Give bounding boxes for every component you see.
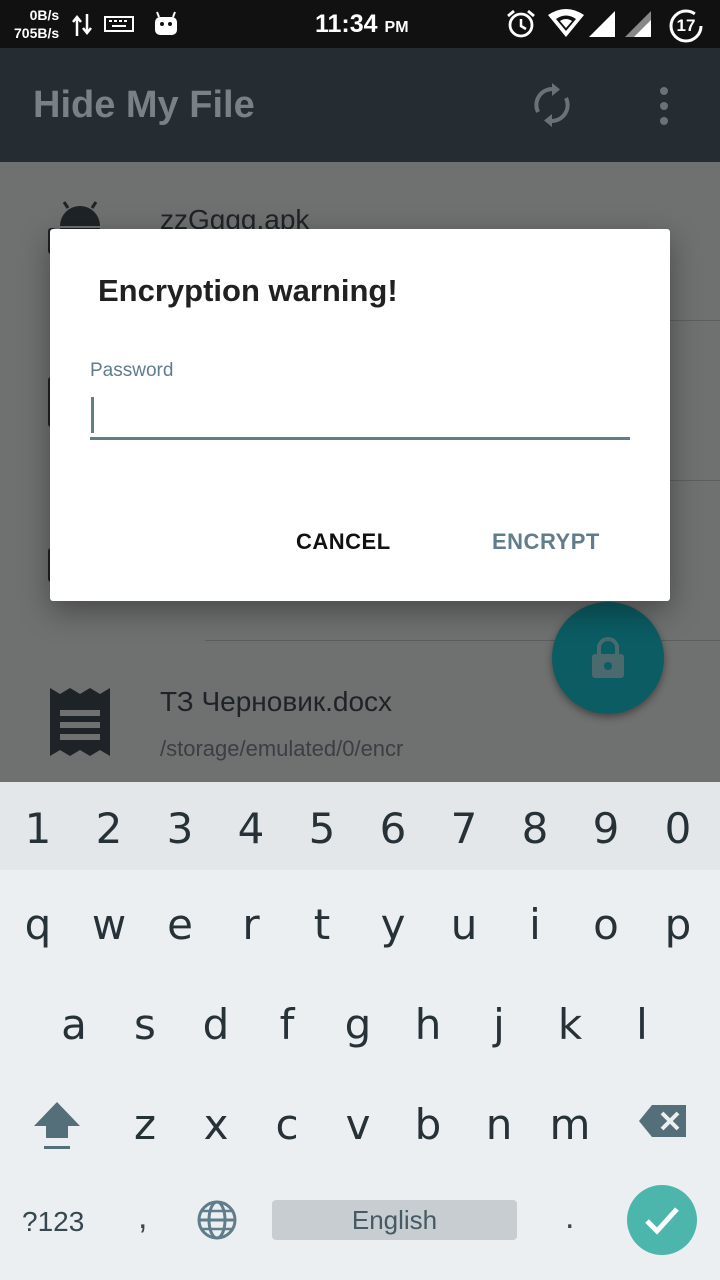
signal-icon <box>588 10 616 43</box>
key-7[interactable]: 7 <box>429 804 499 853</box>
app-bar: Hide My File <box>0 48 720 162</box>
key-x[interactable]: x <box>181 1100 251 1149</box>
upload-speed: 0B/s <box>29 7 60 23</box>
battery-level: 17 <box>676 16 696 35</box>
key-y[interactable]: y <box>358 900 428 949</box>
key-c[interactable]: c <box>252 1100 322 1149</box>
signal-icon <box>624 10 652 43</box>
key-u[interactable]: u <box>429 900 499 949</box>
key-1[interactable]: 1 <box>3 804 73 853</box>
key-8[interactable]: 8 <box>500 804 570 853</box>
key-g[interactable]: g <box>323 1000 393 1049</box>
password-label: Password <box>90 360 174 381</box>
key-j[interactable]: j <box>464 1000 534 1049</box>
key-f[interactable]: f <box>252 1000 322 1049</box>
spacebar[interactable]: English <box>272 1200 517 1240</box>
wifi-icon <box>547 9 585 44</box>
dialog-title: Encryption warning! <box>98 273 398 308</box>
clock: 11:34 PM <box>315 10 409 39</box>
key-s[interactable]: s <box>110 1000 180 1049</box>
more-vert-icon[interactable] <box>657 86 671 131</box>
status-bar: 0B/s 705B/s 11:34 PM 17 <box>0 0 720 48</box>
language-key[interactable] <box>196 1199 238 1246</box>
alarm-icon <box>505 8 537 45</box>
key-d[interactable]: d <box>181 1000 251 1049</box>
shift-icon <box>34 1102 80 1149</box>
key-t[interactable]: t <box>287 900 357 949</box>
key-5[interactable]: 5 <box>287 804 357 853</box>
key-k[interactable]: k <box>535 1000 605 1049</box>
key-o[interactable]: o <box>571 900 641 949</box>
transfer-icon <box>72 12 92 43</box>
globe-icon <box>197 1200 237 1240</box>
key-3[interactable]: 3 <box>145 804 215 853</box>
key-n[interactable]: n <box>464 1100 534 1149</box>
key-i[interactable]: i <box>500 900 570 949</box>
key-4[interactable]: 4 <box>216 804 286 853</box>
key-p[interactable]: p <box>643 900 713 949</box>
network-speed: 0B/s 705B/s <box>14 6 59 42</box>
text-cursor <box>91 397 94 433</box>
password-input[interactable] <box>90 394 630 440</box>
app-title: Hide My File <box>33 84 255 126</box>
document-icon <box>50 688 110 761</box>
soft-keyboard: 1 2 3 4 5 6 7 8 9 0 q w e r t y u i o p … <box>0 782 720 1280</box>
clock-time: 11:34 <box>315 10 378 38</box>
shift-key[interactable] <box>32 1100 82 1157</box>
number-row: 1 2 3 4 5 6 7 8 9 0 <box>0 782 720 870</box>
clock-ampm: PM <box>384 19 409 36</box>
key-l[interactable]: l <box>607 1000 677 1049</box>
android-debug-icon <box>152 9 180 42</box>
key-a[interactable]: a <box>39 1000 109 1049</box>
key-m[interactable]: m <box>535 1100 605 1149</box>
encryption-dialog: Encryption warning! Password CANCEL ENCR… <box>50 229 670 601</box>
check-icon <box>645 1207 679 1235</box>
symbols-key[interactable]: ?123 <box>22 1206 84 1238</box>
sync-icon[interactable] <box>532 83 572 132</box>
key-v[interactable]: v <box>323 1100 393 1149</box>
key-b[interactable]: b <box>393 1100 463 1149</box>
backspace-key[interactable] <box>638 1104 688 1143</box>
cancel-button[interactable]: CANCEL <box>296 529 391 555</box>
key-z[interactable]: z <box>110 1100 180 1149</box>
key-6[interactable]: 6 <box>358 804 428 853</box>
key-w[interactable]: w <box>74 900 144 949</box>
comma-key[interactable]: , <box>138 1198 147 1237</box>
backspace-icon <box>639 1105 686 1137</box>
battery-icon: 17 <box>668 8 704 49</box>
key-q[interactable]: q <box>3 900 73 949</box>
key-h[interactable]: h <box>393 1000 463 1049</box>
key-e[interactable]: e <box>145 900 215 949</box>
key-0[interactable]: 0 <box>643 804 713 853</box>
key-2[interactable]: 2 <box>74 804 144 853</box>
key-r[interactable]: r <box>216 900 286 949</box>
done-key[interactable] <box>627 1185 697 1255</box>
encrypt-button[interactable]: ENCRYPT <box>492 529 600 555</box>
item-path: /storage/emulated/0/encr <box>160 736 404 761</box>
encrypt-fab[interactable] <box>552 602 664 714</box>
lock-icon <box>590 636 626 685</box>
key-9[interactable]: 9 <box>571 804 641 853</box>
download-speed: 705B/s <box>14 25 60 41</box>
item-title: ТЗ Черновик.docx <box>160 686 393 717</box>
keyboard-icon <box>104 14 134 39</box>
period-key[interactable]: . <box>565 1198 574 1237</box>
